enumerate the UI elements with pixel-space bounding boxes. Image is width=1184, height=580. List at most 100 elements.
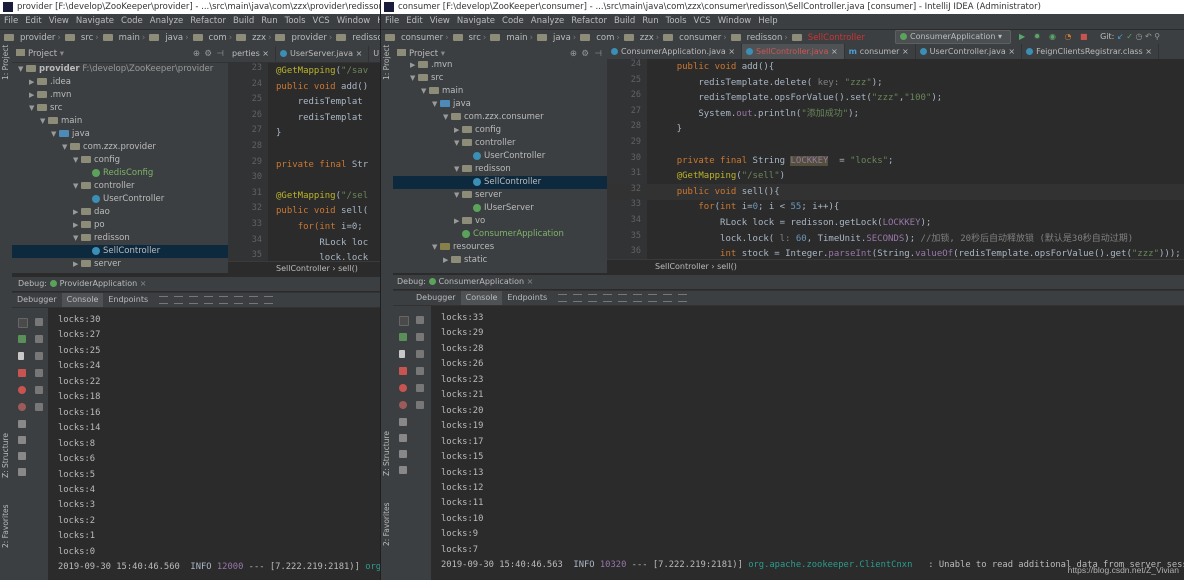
crumb-method[interactable]: sell() — [338, 264, 358, 273]
expanded-arrow-icon[interactable]: ▼ — [40, 115, 48, 128]
breadcrumb-item[interactable]: redisson — [352, 33, 380, 43]
tab-debugger[interactable]: Debugger — [12, 293, 62, 307]
view-breakpoints-icon[interactable] — [399, 384, 407, 392]
menu-item-window[interactable]: Window — [718, 16, 752, 26]
expanded-arrow-icon[interactable]: ▼ — [73, 180, 81, 193]
soft-wrap-icon[interactable] — [416, 350, 424, 358]
tree-item[interactable]: ▶ dao — [12, 206, 228, 219]
close-icon[interactable]: × — [899, 47, 909, 56]
project-tool-tab[interactable]: 1: Project — [382, 45, 391, 80]
toolbar-icon[interactable] — [662, 293, 672, 302]
search-icon[interactable]: ⚲ — [1154, 32, 1160, 41]
tree-item[interactable]: ▼ server — [393, 189, 607, 202]
structure-tool-tab[interactable]: Z: Structure — [1, 433, 10, 478]
coverage-icon[interactable]: ◉ — [1049, 32, 1056, 41]
vcs-update-icon[interactable]: ↙ — [1117, 32, 1124, 41]
layout-icon[interactable] — [399, 434, 407, 442]
rerun-icon[interactable] — [18, 318, 28, 328]
expanded-arrow-icon[interactable]: ▼ — [410, 72, 418, 85]
console-output[interactable]: locks:30 locks:27 locks:25 locks:24 locks:22… — [48, 308, 380, 580]
toolbar-icon[interactable] — [677, 293, 687, 302]
project-view-selector[interactable]: Project — [409, 49, 438, 59]
close-icon[interactable]: × — [726, 47, 735, 56]
close-icon[interactable]: × — [828, 47, 838, 56]
menu-item-view[interactable]: View — [49, 16, 69, 26]
breadcrumb-item[interactable]: redisson — [747, 33, 783, 43]
toolbar-icon[interactable] — [557, 293, 567, 302]
tree-item[interactable]: ▶ .mvn — [393, 59, 607, 72]
menu-item-navigate[interactable]: Navigate — [76, 16, 114, 26]
structure-tool-tab[interactable]: Z: Structure — [382, 431, 391, 476]
menu-item-analyze[interactable]: Analyze — [150, 16, 184, 26]
hide-icon[interactable]: ⊣ — [217, 46, 224, 62]
menu-item-refactor[interactable]: Refactor — [571, 16, 607, 26]
toolbar-icon[interactable] — [158, 295, 168, 304]
editor-tab[interactable]: UserController.java × — [916, 44, 1023, 60]
tab-debugger[interactable]: Debugger — [411, 291, 461, 305]
toolbar-icon[interactable] — [617, 293, 627, 302]
editor-tab[interactable]: ConsumerApplication.java × — [607, 44, 743, 60]
expanded-arrow-icon[interactable]: ▼ — [454, 137, 462, 150]
vcs-commit-icon[interactable]: ✓ — [1126, 32, 1133, 41]
stop-icon[interactable] — [18, 369, 26, 377]
stop-icon[interactable] — [399, 367, 407, 375]
collapsed-arrow-icon[interactable]: ▶ — [73, 258, 81, 271]
toolbar-icon[interactable] — [248, 295, 258, 304]
menu-item-file[interactable]: File — [385, 16, 399, 26]
project-view-selector[interactable]: Project — [28, 49, 57, 59]
tree-item[interactable]: ConsumerApplication — [393, 228, 607, 241]
expanded-arrow-icon[interactable]: ▼ — [73, 154, 81, 167]
run-config-select[interactable]: ConsumerApplication ▾ — [895, 30, 1011, 44]
resume-icon[interactable] — [399, 333, 407, 341]
close-icon[interactable]: × — [260, 49, 269, 58]
tree-item[interactable]: ▼ controller — [12, 180, 228, 193]
breadcrumb-item[interactable]: main — [506, 33, 527, 43]
crumb-class[interactable]: SellController — [276, 264, 330, 273]
tree-item[interactable]: ▼ src — [12, 102, 228, 115]
tree-item[interactable]: ▼ resources — [393, 241, 607, 254]
menu-item-view[interactable]: View — [430, 16, 450, 26]
camera-icon[interactable] — [18, 420, 26, 428]
tree-item[interactable]: IUserServer — [393, 202, 607, 215]
expanded-arrow-icon[interactable]: ▼ — [18, 63, 26, 76]
menu-item-edit[interactable]: Edit — [25, 16, 41, 26]
layout-icon[interactable] — [18, 436, 26, 444]
collapsed-arrow-icon[interactable]: ▶ — [73, 219, 81, 232]
expanded-arrow-icon[interactable]: ▼ — [29, 102, 37, 115]
pause-icon[interactable] — [18, 352, 24, 360]
tree-item[interactable]: ▼ main — [393, 85, 607, 98]
toolbar-icon[interactable] — [632, 293, 642, 302]
tab-console[interactable]: Console — [460, 291, 503, 305]
toolbar-icon[interactable] — [203, 295, 213, 304]
console-output[interactable]: locks:33 locks:29 locks:28 locks:26 locks:23… — [431, 306, 1184, 580]
mute-breakpoints-icon[interactable] — [18, 403, 26, 411]
breadcrumb-item[interactable]: java — [553, 33, 571, 43]
trash-icon[interactable] — [416, 401, 424, 409]
tree-item[interactable]: ▼ provider F:\develop\ZooKeeper\provider — [12, 63, 228, 76]
down-arrow-icon[interactable] — [35, 335, 43, 343]
tree-item[interactable]: ▶ static — [393, 254, 607, 267]
breadcrumb-item[interactable]: zzx — [640, 33, 654, 43]
menu-item-code[interactable]: Code — [121, 16, 143, 26]
menu-item-analyze[interactable]: Analyze — [531, 16, 565, 26]
toolbar-icon[interactable] — [173, 295, 183, 304]
collapsed-arrow-icon[interactable]: ▶ — [29, 89, 37, 102]
editor-tab[interactable]: perties × — [228, 46, 276, 62]
menu-item-run[interactable]: Run — [261, 16, 277, 26]
collapsed-arrow-icon[interactable]: ▶ — [443, 254, 451, 267]
toolbar-icon[interactable] — [188, 295, 198, 304]
favorites-tool-tab[interactable]: 2: Favorites — [382, 502, 391, 546]
trash-icon[interactable] — [35, 403, 43, 411]
run-icon[interactable]: ▶ — [1019, 32, 1025, 41]
project-tool-tab[interactable]: 1: Project — [1, 45, 10, 80]
expanded-arrow-icon[interactable]: ▼ — [51, 128, 59, 141]
sync-icon[interactable]: ⊕ — [193, 46, 200, 62]
close-icon[interactable]: × — [140, 279, 147, 288]
collapsed-arrow-icon[interactable]: ▶ — [410, 59, 418, 72]
breadcrumb-item[interactable]: consumer — [401, 33, 443, 43]
expanded-arrow-icon[interactable]: ▼ — [454, 189, 462, 202]
chevron-down-icon[interactable]: ▾ — [441, 49, 445, 59]
code-editor[interactable]: 23 24 25 26 27 28 29 30 31 32 33 34 35 @GetMapping("/… — [228, 63, 380, 261]
tab-endpoints[interactable]: Endpoints — [103, 293, 153, 307]
debug-icon[interactable]: ✹ — [1034, 32, 1041, 41]
